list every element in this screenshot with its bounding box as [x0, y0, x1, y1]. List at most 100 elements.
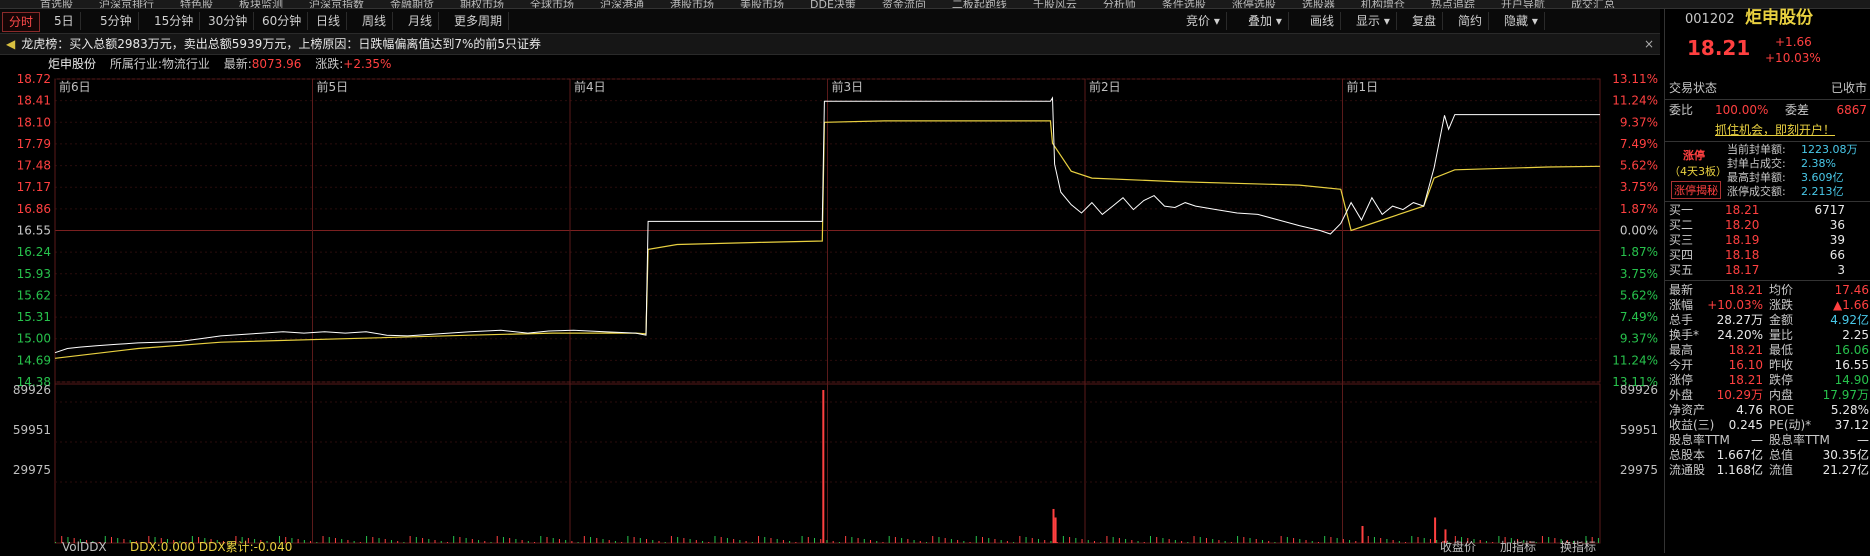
volume-bar: [1398, 541, 1400, 543]
topnav-item[interactable]: 沪深京排行: [99, 0, 154, 8]
indicator-label[interactable]: VolDDX: [62, 540, 107, 554]
indicator-link[interactable]: 加指标: [1500, 539, 1536, 554]
price-tick-label: 15.62: [17, 288, 51, 302]
topnav-item[interactable]: 资金流向: [882, 0, 926, 8]
volume-bar: [1423, 538, 1425, 543]
topnav-item[interactable]: 条件选股: [1162, 0, 1206, 8]
period-tab[interactable]: 60分钟: [256, 12, 309, 30]
period-tab[interactable]: 30分钟: [202, 12, 255, 30]
topnav-item[interactable]: 分析师: [1103, 0, 1136, 8]
period-tab[interactable]: 周线: [356, 12, 394, 30]
topnav-item[interactable]: 选股器: [1302, 0, 1335, 8]
volume-bar: [415, 537, 417, 543]
bid-row[interactable]: 买三 18.19 39: [1665, 233, 1870, 248]
indicator-link[interactable]: 换指标: [1560, 539, 1596, 554]
stat-row: 最新 18.21 均价 17.46: [1665, 283, 1870, 298]
volume-bar: [627, 536, 629, 543]
sector-name[interactable]: 炬申股份: [48, 57, 96, 71]
period-tab[interactable]: 5日: [48, 12, 81, 30]
weibi-value: 100.00%: [1715, 103, 1769, 117]
volume-bar: [1131, 540, 1133, 543]
toolbar-button[interactable]: 复盘: [1406, 12, 1444, 30]
stat-value-2: 2.25: [1842, 328, 1869, 342]
bid-row[interactable]: 买二 18.20 36: [1665, 218, 1870, 233]
volume-bar: [1286, 537, 1288, 543]
volume-bar: [397, 541, 399, 543]
topnav-item[interactable]: 期权市场: [460, 0, 504, 8]
bid-row[interactable]: 买四 18.18 66: [1665, 248, 1870, 263]
volume-bar: [1373, 537, 1375, 543]
volume-bar: [1405, 542, 1407, 543]
volume-bar: [1193, 536, 1195, 543]
volume-bar: [1050, 541, 1052, 543]
topnav-item[interactable]: 全球市场: [530, 0, 574, 8]
topnav-item[interactable]: 二板起跑线: [952, 0, 1007, 8]
limit-link[interactable]: 涨停揭秘: [1671, 181, 1721, 199]
close-icon[interactable]: ×: [1644, 34, 1654, 54]
volume-bar: [384, 539, 386, 543]
bid-volume: 39: [1829, 233, 1845, 247]
stat-value: 18.21: [1728, 283, 1763, 297]
period-tab[interactable]: 月线: [402, 12, 440, 30]
period-tab[interactable]: 5分钟: [94, 12, 139, 30]
volume-bar: [496, 536, 498, 543]
stat-row: 流通股 1.168亿 流值 21.27亿: [1665, 463, 1870, 478]
quote-row: 委比 100.00% 委差 6867: [1665, 101, 1870, 119]
topnav-item[interactable]: 港股市场: [670, 0, 714, 8]
volume-bar: [1199, 537, 1201, 543]
topnav-item[interactable]: 特色股: [180, 0, 213, 8]
toolbar-button[interactable]: 叠加 ▾: [1242, 12, 1289, 30]
volume-bar: [1037, 539, 1039, 543]
volume-bar: [795, 542, 797, 543]
volume-bar: [334, 538, 336, 543]
topnav-item[interactable]: 热点追踪: [1431, 0, 1475, 8]
toolbar-button[interactable]: 简约: [1452, 12, 1490, 30]
day-label: 前5日: [317, 79, 349, 94]
topnav-item[interactable]: 涨停选股: [1232, 0, 1276, 8]
bid-row[interactable]: 买五 18.17 3: [1665, 263, 1870, 278]
volume-bar: [596, 538, 598, 543]
period-tab[interactable]: 日线: [310, 12, 348, 30]
volume-bar: [328, 537, 330, 543]
period-tab[interactable]: 更多周期: [448, 12, 510, 30]
volume-bar: [901, 538, 903, 543]
stat-label-2: 最低: [1769, 343, 1794, 357]
topnav-item[interactable]: 沪深京指数: [309, 0, 364, 8]
topnav-item[interactable]: 开户导航: [1501, 0, 1545, 8]
volume-bar: [683, 538, 685, 543]
bid-row[interactable]: 买一 18.21 6717: [1665, 203, 1870, 218]
dropdown-arrow-icon: ▾: [1528, 14, 1538, 28]
intraday-chart[interactable]: 18.72 13.11% 18.41 11.24% 18.10 9.37% 17.79 7.4…: [0, 72, 1660, 554]
stat-label: 涨停: [1669, 373, 1694, 387]
topnav-item[interactable]: 沪深港通: [600, 0, 644, 8]
toolbar-button[interactable]: 显示 ▾: [1350, 12, 1397, 30]
toolbar-button[interactable]: 竞价 ▾: [1180, 12, 1227, 30]
topnav-item[interactable]: 机构增仓: [1361, 0, 1405, 8]
topnav-item[interactable]: 金融期货: [390, 0, 434, 8]
topnav-item[interactable]: 成交汇总: [1571, 0, 1615, 8]
topnav-item[interactable]: DDE决策: [810, 0, 856, 8]
period-tab[interactable]: 分时: [2, 12, 41, 32]
topnav-item[interactable]: 美股市场: [740, 0, 784, 8]
topnav-item[interactable]: 板块监测: [239, 0, 283, 8]
toolbar-button[interactable]: 画线: [1304, 12, 1342, 30]
volume-bar: [789, 541, 791, 543]
pct-tick-label: 1.87%: [1620, 245, 1658, 259]
indicator-link[interactable]: 收盘价: [1440, 539, 1476, 554]
toolbar-button-label: 竞价: [1186, 14, 1211, 28]
volume-bar: [745, 541, 747, 543]
topnav-item[interactable]: 千股风云: [1033, 0, 1077, 8]
volume-bar: [1429, 539, 1431, 543]
volume-bar: [1168, 539, 1170, 543]
toolbar-button[interactable]: 隐藏 ▾: [1498, 12, 1545, 30]
divider: [1665, 99, 1870, 100]
period-tab[interactable]: 15分钟: [148, 12, 201, 30]
account-ad-link[interactable]: 抓住机会，即刻开户！: [1715, 121, 1835, 139]
volume-bar: [422, 538, 424, 543]
chart-svg[interactable]: 18.72 13.11% 18.41 11.24% 18.10 9.37% 17.79 7.4…: [0, 72, 1660, 554]
bid-volume: 6717: [1814, 203, 1845, 217]
topnav-item[interactable]: 首选股: [40, 0, 73, 8]
dragon-tiger-notice: ◀ 龙虎榜：买入总额2983万元，卖出总额5939万元，上榜原因：日跌幅偏离值达到…: [0, 34, 1660, 55]
volume-bar: [646, 539, 648, 543]
volume-bar: [652, 540, 654, 543]
